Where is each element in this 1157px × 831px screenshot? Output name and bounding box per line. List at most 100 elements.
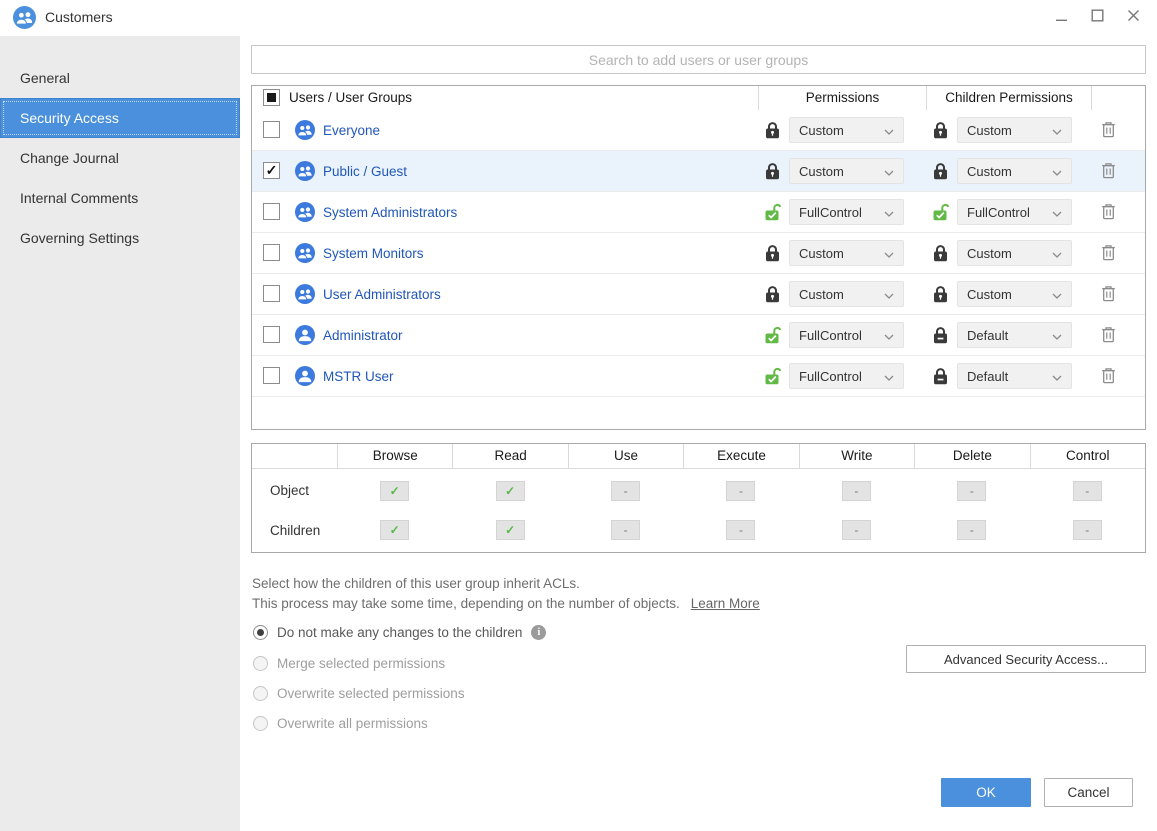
permissions-dropdown[interactable]: Custom <box>789 281 904 307</box>
radio-button[interactable] <box>253 656 268 671</box>
sidebar-item-change-journal[interactable]: Change Journal <box>0 138 240 178</box>
permission-toggle[interactable]: ✓ <box>496 481 525 501</box>
matrix-column-delete: Delete <box>914 444 1029 469</box>
children-permissions-dropdown[interactable]: Custom <box>957 281 1072 307</box>
row-checkbox[interactable] <box>263 285 280 302</box>
permissions-dropdown[interactable]: Custom <box>789 240 904 266</box>
row-checkbox[interactable] <box>263 367 280 384</box>
search-input[interactable] <box>251 45 1146 74</box>
chevron-down-icon <box>884 328 894 343</box>
matrix-cell: - <box>683 512 798 548</box>
member-icon <box>295 202 315 222</box>
sidebar-item-security-access[interactable]: Security Access <box>0 98 240 138</box>
sidebar-item-governing-settings[interactable]: Governing Settings <box>0 218 240 258</box>
children-permissions-dropdown[interactable]: Default <box>957 322 1072 348</box>
children-permissions-dropdown[interactable]: Custom <box>957 158 1072 184</box>
row-checkbox[interactable] <box>263 203 280 220</box>
trash-icon[interactable] <box>1101 162 1116 179</box>
sidebar-item-internal-comments[interactable]: Internal Comments <box>0 178 240 218</box>
children-permissions-value: Custom <box>967 287 1012 302</box>
children-permissions-dropdown[interactable]: Custom <box>957 240 1072 266</box>
chevron-down-icon <box>884 246 894 261</box>
ok-button[interactable]: OK <box>941 778 1031 807</box>
select-all-checkbox[interactable] <box>263 89 280 106</box>
acl-table: Users / User Groups Permissions Children… <box>251 85 1146 430</box>
table-row[interactable]: User Administrators Custom Custom <box>252 274 1145 315</box>
trash-icon[interactable] <box>1101 203 1116 220</box>
member-name: Public / Guest <box>323 164 407 179</box>
radio-option-no-changes[interactable]: Do not make any changes to the children … <box>253 625 546 640</box>
radio-option-overwrite-selected[interactable]: Overwrite selected permissions <box>253 686 465 701</box>
row-checkbox[interactable] <box>263 121 280 138</box>
radio-option-merge-selected[interactable]: Merge selected permissions <box>253 656 445 671</box>
children-permissions-value: Default <box>967 328 1008 343</box>
row-checkbox[interactable] <box>263 162 280 179</box>
permissions-dropdown[interactable]: FullControl <box>789 322 904 348</box>
children-permissions-lock-icon <box>932 367 949 385</box>
acl-rows: Everyone Custom Custom Public / Guest Cu… <box>252 110 1145 397</box>
trash-icon[interactable] <box>1101 367 1116 384</box>
children-permissions-dropdown[interactable]: FullControl <box>957 199 1072 225</box>
member-name: User Administrators <box>323 287 441 302</box>
permissions-value: Custom <box>799 123 844 138</box>
table-row[interactable]: Everyone Custom Custom <box>252 110 1145 151</box>
permission-toggle[interactable]: - <box>726 520 755 540</box>
children-permissions-lock-icon <box>932 326 949 344</box>
trash-icon[interactable] <box>1101 326 1116 343</box>
radio-label: Overwrite all permissions <box>277 716 428 731</box>
matrix-column-control: Control <box>1030 444 1145 469</box>
permission-toggle[interactable]: ✓ <box>380 481 409 501</box>
table-row[interactable]: System Administrators FullControl FullCo… <box>252 192 1145 233</box>
permissions-lock-icon <box>764 203 781 221</box>
children-permissions-value: Custom <box>967 123 1012 138</box>
table-row[interactable]: Administrator FullControl Default <box>252 315 1145 356</box>
radio-label: Do not make any changes to the children <box>277 625 522 640</box>
children-permissions-value: Default <box>967 369 1008 384</box>
radio-button[interactable] <box>253 686 268 701</box>
trash-icon[interactable] <box>1101 285 1116 302</box>
sidebar-item-general[interactable]: General <box>0 58 240 98</box>
row-checkbox[interactable] <box>263 244 280 261</box>
permission-toggle[interactable]: - <box>1073 481 1102 501</box>
permissions-dropdown[interactable]: FullControl <box>789 363 904 389</box>
children-permissions-dropdown[interactable]: Custom <box>957 117 1072 143</box>
table-row[interactable]: MSTR User FullControl Default <box>252 356 1145 397</box>
matrix-column-read: Read <box>452 444 567 469</box>
radio-option-overwrite-all[interactable]: Overwrite all permissions <box>253 716 428 731</box>
permission-toggle[interactable]: - <box>726 481 755 501</box>
close-button[interactable] <box>1126 8 1141 23</box>
matrix-column-use: Use <box>568 444 683 469</box>
children-permissions-value: Custom <box>967 246 1012 261</box>
table-row[interactable]: Public / Guest Custom Custom <box>252 151 1145 192</box>
radio-button[interactable] <box>253 716 268 731</box>
trash-icon[interactable] <box>1101 121 1116 138</box>
children-permissions-lock-icon <box>932 162 949 180</box>
permission-toggle[interactable]: ✓ <box>380 520 409 540</box>
chevron-down-icon <box>1052 287 1062 302</box>
advanced-security-access-button[interactable]: Advanced Security Access... <box>906 645 1146 673</box>
permission-toggle[interactable]: - <box>842 520 871 540</box>
permissions-dropdown[interactable]: FullControl <box>789 199 904 225</box>
radio-button[interactable] <box>253 625 268 640</box>
table-row[interactable]: System Monitors Custom Custom <box>252 233 1145 274</box>
permission-toggle[interactable]: - <box>842 481 871 501</box>
member-name: MSTR User <box>323 369 394 384</box>
children-permissions-dropdown[interactable]: Default <box>957 363 1072 389</box>
permissions-dropdown[interactable]: Custom <box>789 117 904 143</box>
trash-icon[interactable] <box>1101 244 1116 261</box>
permission-toggle[interactable]: - <box>611 520 640 540</box>
cancel-button[interactable]: Cancel <box>1044 778 1133 807</box>
learn-more-link[interactable]: Learn More <box>691 596 760 611</box>
permission-toggle[interactable]: ✓ <box>496 520 525 540</box>
chevron-down-icon <box>1052 205 1062 220</box>
permission-toggle[interactable]: - <box>957 520 986 540</box>
maximize-button[interactable] <box>1090 8 1105 23</box>
permissions-dropdown[interactable]: Custom <box>789 158 904 184</box>
permission-toggle[interactable]: - <box>957 481 986 501</box>
permission-toggle[interactable]: - <box>611 481 640 501</box>
member-icon <box>295 284 315 304</box>
info-icon[interactable]: i <box>531 625 546 640</box>
minimize-button[interactable] <box>1054 8 1069 23</box>
row-checkbox[interactable] <box>263 326 280 343</box>
permission-toggle[interactable]: - <box>1073 520 1102 540</box>
